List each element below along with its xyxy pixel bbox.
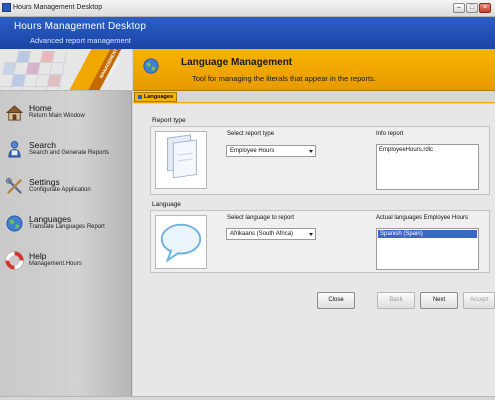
page-subtitle: Tool for managing the literals that appe… [192, 74, 376, 83]
report-type-select[interactable]: Employee Hours [226, 145, 316, 157]
lifebuoy-icon [5, 251, 24, 270]
sidebar-item-sub: Translate Languages Report [29, 224, 105, 230]
page-title: Language Management [181, 57, 293, 68]
sidebar-item-label: Languages [29, 214, 72, 224]
header-subtitle: Advanced report management [30, 36, 131, 45]
accept-button[interactable]: Accept [463, 292, 495, 309]
actual-languages-list[interactable]: Spanish (Spain) [376, 228, 479, 270]
minimize-button[interactable]: – [453, 3, 465, 13]
chevron-down-icon [309, 233, 313, 236]
next-button[interactable]: Next [420, 292, 458, 309]
app-icon [2, 3, 11, 12]
sidebar-item-search[interactable]: Search Search and Generate Reports [0, 136, 132, 166]
sidebar-item-home[interactable]: Home Return Main Window [0, 99, 132, 129]
sidebar: Home Return Main Window Search Search an… [0, 91, 132, 396]
close-window-button[interactable]: × [479, 3, 491, 13]
report-type-group: Select report type Employee Hours Info r… [150, 126, 490, 195]
language-select-label: Select language to report [227, 215, 295, 221]
maximize-button[interactable]: □ [466, 3, 478, 13]
globe-icon [143, 58, 159, 74]
tab-icon [138, 94, 142, 99]
sidebar-item-sub: Management.Hours [29, 261, 82, 267]
speech-bubble-icon [155, 215, 207, 269]
sidebar-item-sub: Return Main Window [29, 113, 85, 119]
window-title: Hours Management Desktop [13, 4, 103, 11]
tools-icon [5, 177, 22, 194]
document-icon [155, 131, 207, 189]
sidebar-item-help[interactable]: Help Management.Hours [0, 247, 132, 277]
language-select[interactable]: Afrikaans (South Africa) [226, 228, 316, 240]
info-report-value: EmployeeHours.rdlc [379, 147, 434, 153]
app-header: Hours Management Desktop Advanced report… [0, 17, 495, 49]
main-content: Report type Select report type Employee … [133, 104, 495, 396]
language-section-label: Language [152, 201, 181, 208]
status-strip [0, 396, 495, 400]
sidebar-item-label: Search [29, 140, 56, 150]
tab-label: Languages [144, 94, 174, 100]
chevron-down-icon [309, 150, 313, 153]
tab-strip: Languages [133, 91, 495, 103]
info-report-field[interactable]: EmployeeHours.rdlc [376, 144, 479, 190]
language-group: Select language to report Afrikaans (Sou… [150, 210, 490, 273]
globe-icon [6, 215, 23, 232]
list-item[interactable]: Spanish (Spain) [378, 230, 477, 238]
header-title: Hours Management Desktop [14, 21, 147, 32]
sidebar-item-label: Home [29, 103, 52, 113]
window-titlebar: Hours Management Desktop – □ × [0, 0, 495, 17]
tab-languages[interactable]: Languages [134, 92, 178, 102]
house-icon [5, 105, 24, 121]
person-search-icon [8, 141, 21, 158]
sidebar-item-label: Settings [29, 177, 60, 187]
report-type-select-label: Select report type [227, 131, 275, 137]
app-logo: MANAGEMENT HOURS [0, 49, 132, 91]
sidebar-item-label: Help [29, 251, 47, 261]
info-report-label: Info report [376, 131, 404, 137]
page-banner: Language Management Tool for managing th… [133, 49, 495, 91]
sidebar-item-languages[interactable]: Languages Translate Languages Report [0, 210, 132, 240]
sidebar-item-sub: Search and Generate Reports [29, 150, 110, 156]
actual-languages-label: Actual languages Employee Hours [376, 215, 469, 221]
sidebar-item-settings[interactable]: Settings Configurate Application [0, 173, 132, 203]
back-button[interactable]: Back [377, 292, 415, 309]
report-type-section-label: Report type [152, 117, 186, 124]
language-select-value: Afrikaans (South Africa) [230, 231, 294, 237]
close-button[interactable]: Close [317, 292, 355, 309]
report-type-select-value: Employee Hours [230, 148, 275, 154]
calendar-grid-graphic [0, 51, 70, 90]
sidebar-item-sub: Configurate Application [29, 187, 91, 193]
